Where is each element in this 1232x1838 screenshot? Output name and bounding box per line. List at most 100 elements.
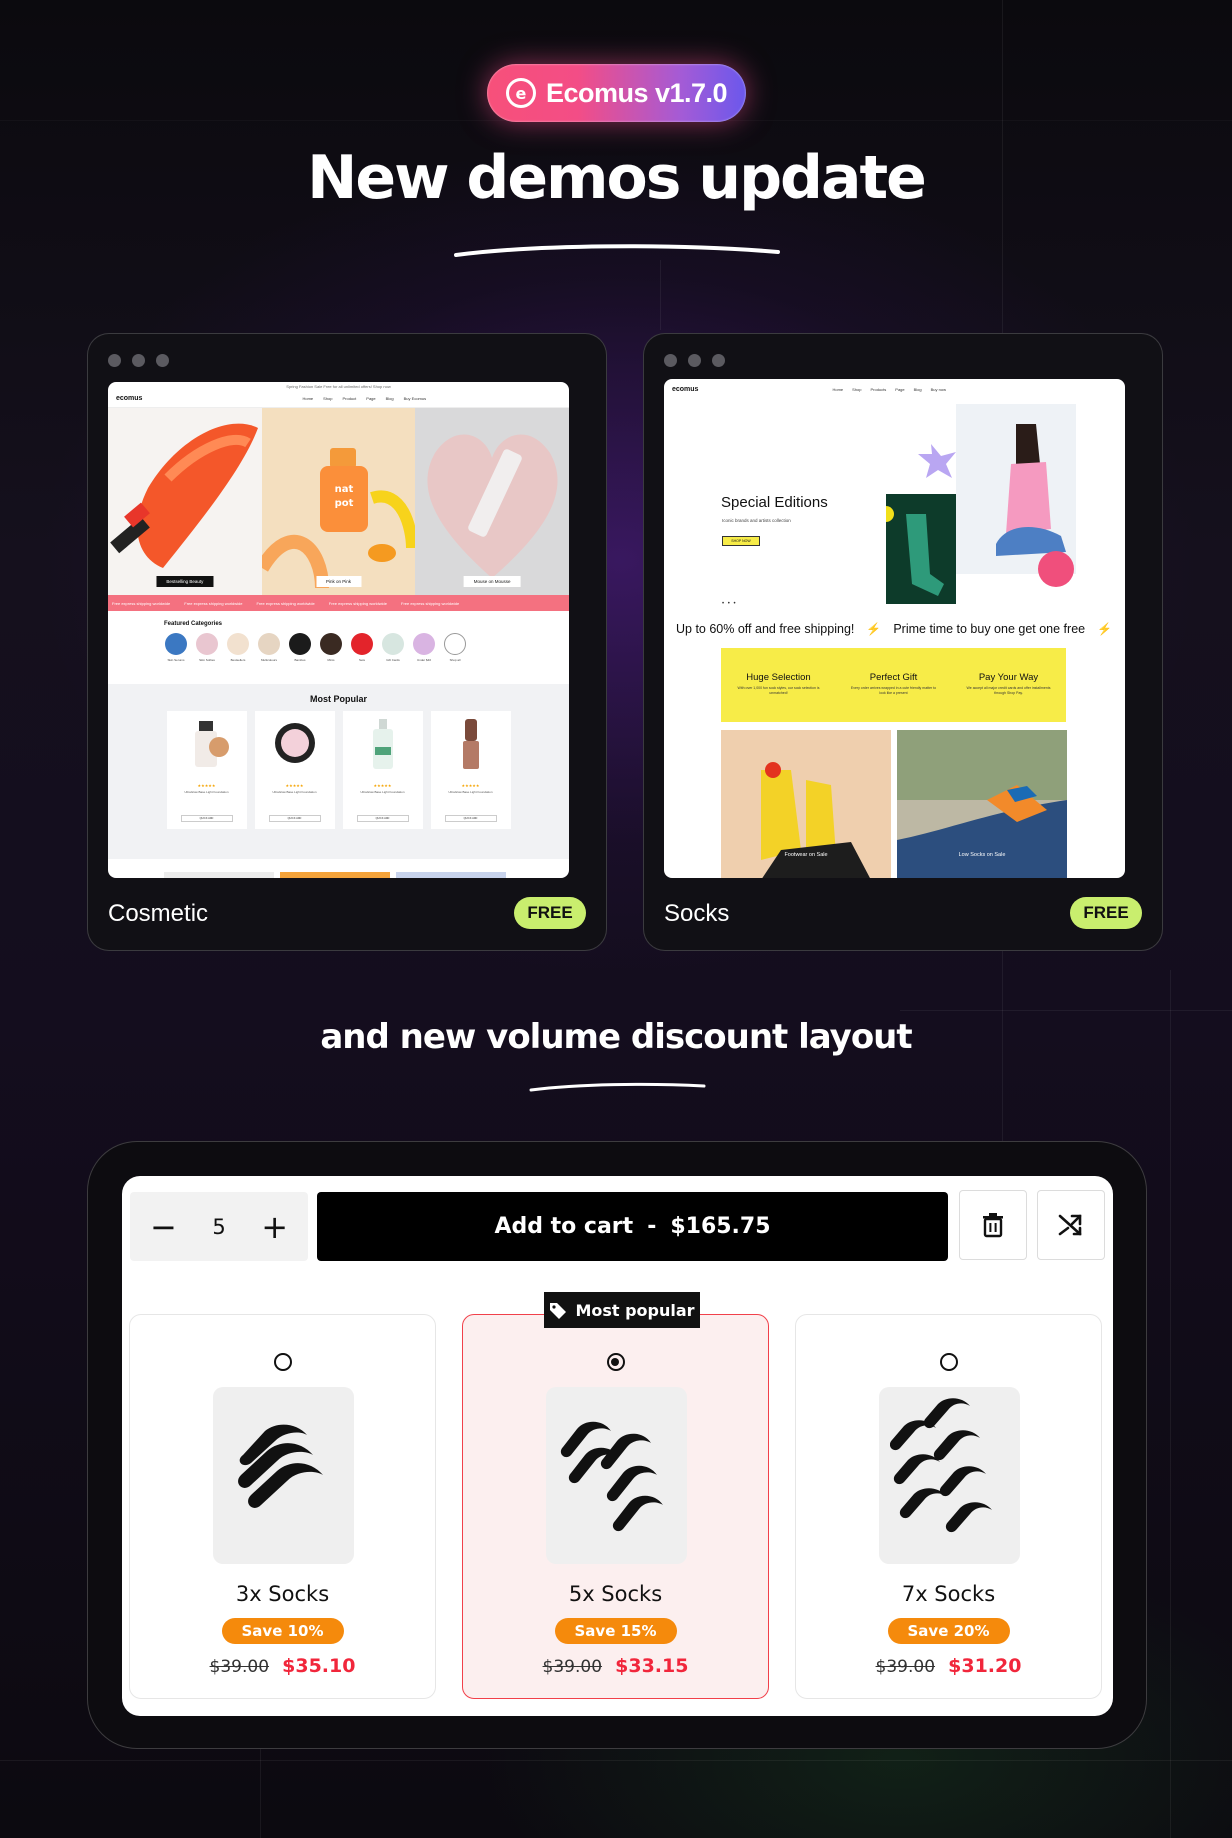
window-dots: [664, 354, 725, 367]
bundle-label: 3x Socks: [235, 1582, 330, 1606]
product-card[interactable]: ★★★★★ UltraGlow Base Light Foundation QU…: [342, 711, 423, 829]
category-item[interactable]: Shop all: [444, 633, 466, 662]
socks-hero-shop-button[interactable]: SHOP NOW: [722, 536, 760, 546]
most-popular-title: Most Popular: [309, 694, 367, 704]
cosmetic-bottom-strip: [164, 872, 506, 878]
bundle-prices: $39.00 $31.20: [796, 1655, 1101, 1677]
demo-card-cosmetic[interactable]: Spring Fashion Sale Free for all unlimit…: [87, 333, 607, 951]
quick-add-button[interactable]: QUICK ADD: [268, 815, 321, 822]
category-item[interactable]: Bambus: [289, 633, 311, 662]
socks-hero-subtitle: Iconic brands and artists collection: [722, 518, 791, 523]
feature-item: Huge Selection With over 1,000 fun sock s…: [737, 672, 820, 695]
cosmetic-announcement: Spring Fashion Sale Free for all unlimit…: [286, 383, 391, 389]
socks-image: [560, 1421, 663, 1531]
category-item[interactable]: Multicolours: [258, 633, 280, 662]
remove-button[interactable]: [959, 1190, 1027, 1260]
most-popular-tag: Most popular: [544, 1292, 700, 1328]
free-badge: FREE: [1070, 897, 1142, 929]
quantity-stepper[interactable]: − 5 +: [130, 1192, 308, 1261]
category-item[interactable]: Minis: [320, 633, 342, 662]
product-card[interactable]: ★★★★★ UltraGlow Base Light Foundation QU…: [166, 711, 247, 829]
hero-panel-lipstick: Bestselling Beauty: [108, 408, 262, 595]
window-dots: [108, 354, 169, 367]
add-to-cart-separator: -: [647, 1214, 657, 1239]
bundle-image: [546, 1387, 687, 1564]
category-item[interactable]: Bestsellers: [227, 633, 249, 662]
product-card[interactable]: ★★★★★ UltraGlow Base Light Foundation QU…: [254, 711, 335, 829]
add-to-cart-label: Add to cart: [494, 1214, 634, 1239]
demo-name-socks: Socks: [664, 900, 730, 927]
decrease-quantity-button[interactable]: −: [150, 1211, 177, 1243]
cosmetic-hero: Bestselling Beauty nat pot Pink on Pink: [108, 408, 569, 595]
cosmetic-ticker: Free express shipping worldwide Free expr…: [108, 595, 569, 611]
version-badge-label: Ecomus v1.7.0: [545, 77, 728, 108]
compare-button[interactable]: [1037, 1190, 1105, 1260]
category-item[interactable]: Gift Cards: [382, 633, 404, 662]
svg-text:pot: pot: [334, 498, 353, 509]
socks-hero-pager[interactable]: • • •: [722, 601, 737, 607]
trash-icon: [983, 1213, 1003, 1238]
feature-item: Pay Your Way We accept all major credit c…: [966, 672, 1051, 695]
product-card[interactable]: ★★★★★ UltraGlow Base Light Foundation QU…: [430, 711, 511, 829]
hero-panel-pink: nat pot Pink on Pink: [261, 408, 416, 595]
bundle-prices: $39.00 $35.10: [130, 1655, 435, 1677]
quantity-value[interactable]: 5: [212, 1215, 225, 1239]
socks-screenshot: ecomus Home Shop Products Page Blog Buy now S…: [664, 379, 1125, 878]
hero-panel-mousse: Mouse on Mousse: [415, 408, 569, 595]
bundle-option-7x[interactable]: 7x Socks Save 20% $39.00 $31.20: [795, 1314, 1102, 1699]
volume-discount-panel: − 5 + Add to cart - $165.75 3x Socks Sav…: [122, 1176, 1113, 1716]
quick-add-button[interactable]: QUICK ADD: [180, 815, 233, 822]
bundle-radio-selected[interactable]: [606, 1353, 625, 1371]
socks-hero-title: Special Editions: [721, 494, 828, 511]
featured-categories-title: Featured Categories: [164, 621, 223, 627]
volume-title-underline-swash: [529, 1082, 706, 1092]
category-item[interactable]: Sets: [351, 633, 373, 662]
quick-add-button[interactable]: QUICK ADD: [444, 815, 497, 822]
bundle-radio[interactable]: [939, 1353, 958, 1371]
add-to-cart-total: $165.75: [670, 1214, 771, 1239]
hero-button-bestselling[interactable]: Bestselling Beauty: [156, 576, 214, 587]
svg-text:nat: nat: [334, 484, 353, 495]
bundle-radio[interactable]: [273, 1353, 292, 1371]
new-price: $33.15: [615, 1655, 689, 1677]
socks-image: [237, 1424, 323, 1508]
socks-features-band: Huge Selection With over 1,000 fun sock s…: [721, 648, 1066, 722]
socks-ticker: Up to 60% off and free shipping! ⚡ Prime…: [676, 622, 1113, 636]
bundle-image: [213, 1387, 354, 1564]
feature-item: Perfect Gift Every order arrives wrapped …: [850, 672, 937, 695]
socks-image: [889, 1397, 992, 1532]
save-badge: Save 20%: [887, 1618, 1010, 1644]
bundle-label: 7x Socks: [901, 1582, 996, 1606]
increase-quantity-button[interactable]: +: [261, 1211, 288, 1243]
socks-nav: ecomus Home Shop Products Page Blog Buy now: [664, 379, 1125, 399]
bundle-option-5x[interactable]: 5x Socks Save 15% $39.00 $33.15: [462, 1314, 769, 1699]
product-row: ★★★★★ UltraGlow Base Light Foundation QU…: [108, 711, 569, 829]
photo-footwear[interactable]: Footwear on Sale: [721, 730, 891, 878]
bundle-label: 5x Socks: [568, 1582, 663, 1606]
category-item[interactable]: Under $40: [413, 633, 435, 662]
socks-hero: Special Editions Iconic brands and artis…: [664, 399, 1125, 614]
photo-low-socks[interactable]: Low Socks on Sale: [897, 730, 1067, 878]
most-popular-label: Most popular: [575, 1300, 695, 1320]
bundle-option-3x[interactable]: 3x Socks Save 10% $39.00 $35.10: [129, 1314, 436, 1699]
demo-name-cosmetic: Cosmetic: [108, 900, 209, 927]
demo-card-socks[interactable]: ecomus Home Shop Products Page Blog Buy now S…: [643, 333, 1163, 951]
category-item[interactable]: Skin Serums: [165, 633, 187, 662]
volume-discount-frame: − 5 + Add to cart - $165.75 3x Socks Sav…: [87, 1141, 1147, 1749]
old-price: $39.00: [209, 1657, 270, 1677]
volume-discount-title: and new volume discount layout: [320, 1017, 912, 1057]
hero-button-mousse[interactable]: Mouse on Mousse: [463, 576, 521, 587]
most-popular-section: Most Popular ★★★★★ UltraGlow Base Light …: [108, 684, 569, 859]
shuffle-icon: [1058, 1214, 1082, 1236]
hero-button-pink[interactable]: Pink on Pink: [315, 576, 362, 587]
page-headline: New demos update: [307, 143, 927, 213]
new-price: $35.10: [282, 1655, 356, 1677]
old-price: $39.00: [542, 1657, 603, 1677]
lightning-icon: ⚡: [866, 622, 882, 636]
category-item[interactable]: Skin Softies: [196, 633, 218, 662]
save-badge: Save 15%: [554, 1618, 677, 1644]
quick-add-button[interactable]: QUICK ADD: [356, 815, 409, 822]
tag-icon: [550, 1303, 567, 1319]
ecomus-logo-icon: e: [505, 78, 536, 108]
add-to-cart-button[interactable]: Add to cart - $165.75: [317, 1192, 948, 1261]
